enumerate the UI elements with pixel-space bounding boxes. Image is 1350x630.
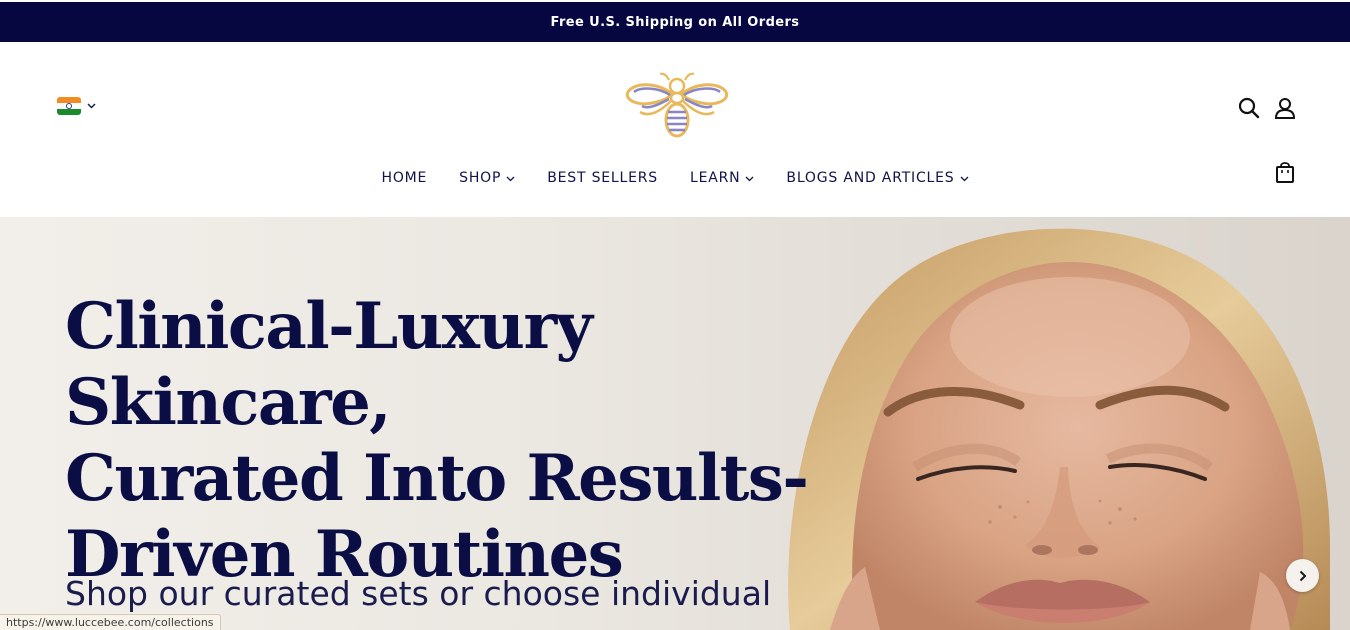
search-icon [1238,97,1260,119]
nav-home[interactable]: HOME [366,170,444,186]
hero-model-image [788,228,1330,630]
india-flag-icon [57,97,81,115]
site-header: HOME SHOP BEST SELLERS LEARN BLOGS AND A… [0,42,1350,217]
cart-button[interactable] [1275,162,1295,189]
country-selector[interactable] [57,97,96,115]
nav-best-sellers-label: BEST SELLERS [547,170,658,186]
headline-line-2: Curated Into Results- [65,441,809,516]
chevron-right-icon [1299,570,1306,581]
chevron-down-icon [87,103,96,109]
account-button[interactable] [1274,97,1296,124]
nav-best-sellers[interactable]: BEST SELLERS [531,170,674,186]
headline-line-1: Clinical-Luxury Skincare, [65,289,593,440]
slide-next-button[interactable] [1286,559,1319,592]
announcement-bar: Free U.S. Shipping on All Orders [0,2,1350,42]
nav-blogs-label: BLOGS AND ARTICLES [786,170,955,186]
chevron-down-icon [960,176,968,182]
account-icon [1274,98,1296,119]
search-button[interactable] [1238,97,1260,124]
nav-learn-label: LEARN [689,170,741,186]
chevron-down-icon [506,176,515,182]
nav-home-label: HOME [381,170,428,186]
nav-shop-label: SHOP [459,170,502,186]
shopping-bag-icon [1276,162,1294,183]
nav-shop[interactable]: SHOP [443,170,531,186]
main-navigation: HOME SHOP BEST SELLERS LEARN BLOGS AND A… [0,170,1350,186]
chevron-down-icon [745,176,754,182]
nav-learn[interactable]: LEARN [674,170,770,186]
bee-logo-icon[interactable] [622,70,732,142]
status-bar-url: https://www.luccebee.com/collections [0,614,221,630]
hero-subtext: Shop our curated sets or choose individu… [65,574,772,613]
hero-headline: Clinical-Luxury Skincare, Curated Into R… [65,289,825,593]
hero-banner: Clinical-Luxury Skincare, Curated Into R… [0,217,1350,630]
nav-blogs-articles[interactable]: BLOGS AND ARTICLES [770,170,984,186]
announcement-text: Free U.S. Shipping on All Orders [550,14,800,30]
